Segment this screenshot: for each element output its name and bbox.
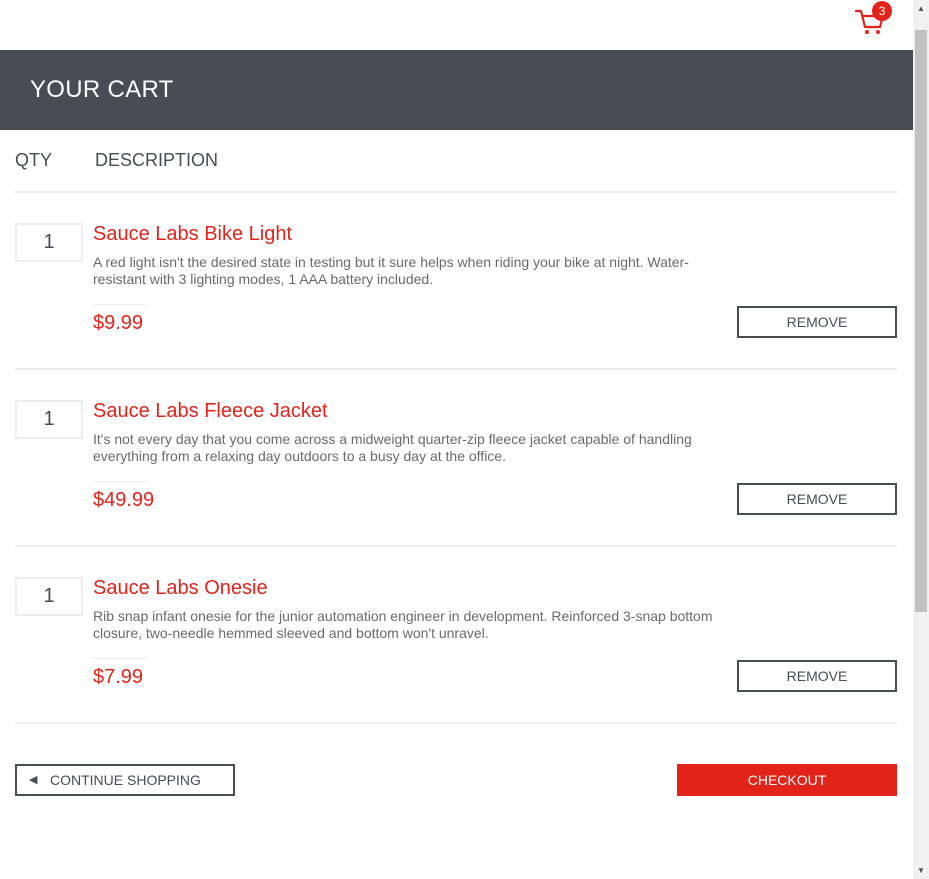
cart-quantity: 1: [15, 577, 83, 616]
price-divider: [93, 481, 148, 482]
remove-button[interactable]: REMOVE: [737, 483, 897, 515]
item-price: $9.99: [93, 312, 144, 334]
cart-quantity: 1: [15, 400, 83, 439]
cart-item: 1 Sauce Labs Fleece Jacket It's not ever…: [15, 369, 897, 546]
description-column-header: DESCRIPTION: [95, 150, 219, 170]
qty-column-header: QTY: [15, 150, 53, 170]
item-price: $49.99: [93, 489, 155, 511]
shopping-cart-link[interactable]: 3: [855, 1, 892, 36]
scrollbar-thumb[interactable]: [915, 30, 927, 612]
cart-item: 1 Sauce Labs Bike Light A red light isn'…: [15, 192, 897, 369]
continue-shopping-label: CONTINUE SHOPPING: [50, 772, 201, 788]
left-arrow-icon: ◀: [29, 774, 38, 786]
item-name-link[interactable]: Sauce Labs Bike Light: [93, 223, 292, 246]
remove-button[interactable]: REMOVE: [737, 660, 897, 692]
vertical-scrollbar[interactable]: ▲ ▼: [913, 0, 929, 879]
cart-count-badge: 3: [872, 1, 892, 21]
price-divider: [93, 304, 148, 305]
checkout-button[interactable]: CHECKOUT: [677, 764, 897, 796]
page-header: YOUR CART: [0, 50, 913, 130]
price-divider: [93, 658, 148, 659]
item-description: Rib snap infant onesie for the junior au…: [93, 608, 713, 641]
page-title: YOUR CART: [30, 76, 174, 103]
cart-page: 3 YOUR CART QTY DESCRIPTION 1 Sauce Labs…: [0, 0, 913, 879]
continue-shopping-button[interactable]: ◀ CONTINUE SHOPPING: [15, 764, 235, 796]
scroll-down-arrow-icon[interactable]: ▼: [913, 862, 929, 879]
item-description: A red light isn't the desired state in t…: [93, 254, 689, 287]
item-price: $7.99: [93, 666, 144, 688]
item-name-link[interactable]: Sauce Labs Fleece Jacket: [93, 400, 328, 423]
cart-quantity: 1: [15, 223, 83, 262]
item-description: It's not every day that you come across …: [93, 431, 692, 464]
scroll-up-arrow-icon[interactable]: ▲: [913, 0, 929, 17]
divider: [15, 722, 897, 724]
item-name-link[interactable]: Sauce Labs Onesie: [93, 577, 268, 600]
top-bar: 3: [0, 0, 913, 50]
cart-item: 1 Sauce Labs Onesie Rib snap infant ones…: [15, 546, 897, 723]
remove-button[interactable]: REMOVE: [737, 306, 897, 338]
